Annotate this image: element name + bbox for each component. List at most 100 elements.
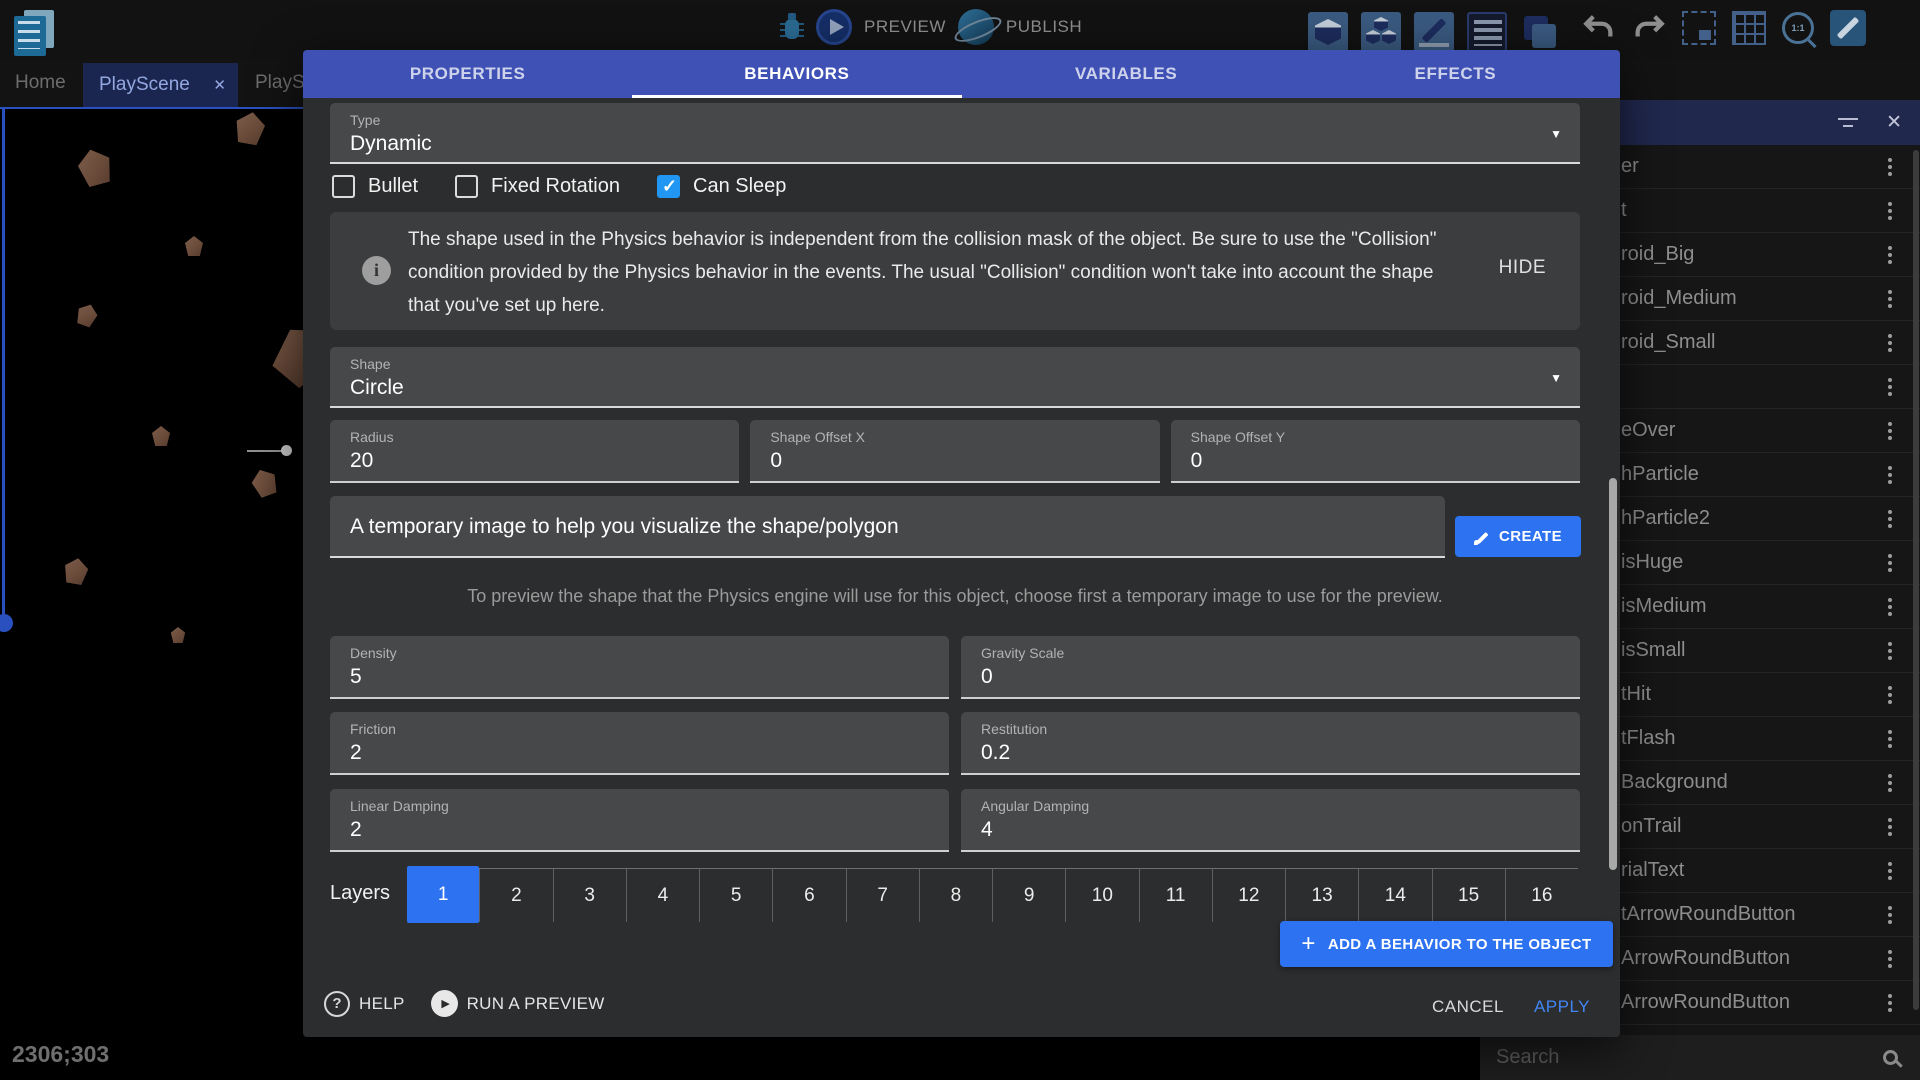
- instances-cubes-icon[interactable]: [1361, 12, 1401, 52]
- publish-icon[interactable]: [958, 9, 994, 45]
- panel-scrollbar[interactable]: [1913, 150, 1919, 1010]
- layer-button-12[interactable]: 12: [1212, 869, 1285, 922]
- row-menu-icon[interactable]: [1888, 209, 1892, 213]
- restitution-field[interactable]: Restitution 0.2: [961, 712, 1580, 775]
- layer-button-8[interactable]: 8: [919, 869, 992, 922]
- layer-button-9[interactable]: 9: [992, 869, 1065, 922]
- zoom-one-to-one-icon[interactable]: 1:1: [1782, 12, 1814, 44]
- layer-button-16[interactable]: 16: [1505, 869, 1578, 922]
- tab-home[interactable]: Home: [15, 72, 66, 94]
- layer-button-10[interactable]: 10: [1065, 869, 1138, 922]
- density-gravity-row: Density 5 Gravity Scale 0: [330, 636, 1580, 699]
- layer-button-3[interactable]: 3: [553, 869, 626, 922]
- close-tab-icon[interactable]: ✕: [213, 76, 226, 94]
- row-menu-icon[interactable]: [1888, 429, 1892, 433]
- layer-button-5[interactable]: 5: [699, 869, 772, 922]
- preview-button[interactable]: PREVIEW: [864, 17, 946, 37]
- row-menu-icon[interactable]: [1888, 781, 1892, 785]
- temporary-image-field[interactable]: A temporary image to help you visualize …: [330, 496, 1445, 558]
- row-menu-icon[interactable]: [1888, 737, 1892, 741]
- tab-properties[interactable]: PROPERTIES: [303, 50, 632, 98]
- row-menu-icon[interactable]: [1888, 825, 1892, 829]
- density-value: 5: [350, 665, 362, 689]
- row-menu-icon[interactable]: [1888, 649, 1892, 653]
- tab-behaviors[interactable]: BEHAVIORS: [632, 50, 961, 98]
- row-menu-icon[interactable]: [1888, 957, 1892, 961]
- shape-offset-y-field[interactable]: Shape Offset Y 0: [1171, 420, 1580, 483]
- redo-icon[interactable]: [1632, 11, 1666, 45]
- row-menu-icon[interactable]: [1888, 913, 1892, 917]
- can-sleep-checkbox[interactable]: [657, 175, 680, 198]
- filter-icon[interactable]: [1838, 117, 1858, 129]
- publish-button[interactable]: PUBLISH: [1006, 17, 1082, 37]
- dialog-scrollbar[interactable]: [1609, 478, 1617, 870]
- density-field[interactable]: Density 5: [330, 636, 949, 699]
- project-manager-icon[interactable]: [10, 8, 58, 56]
- capture-selection-icon[interactable]: [1682, 11, 1716, 45]
- bullet-option[interactable]: Bullet: [332, 175, 418, 198]
- layer-button-14[interactable]: 14: [1358, 869, 1431, 922]
- layer-button-13[interactable]: 13: [1285, 869, 1358, 922]
- bullet-checkbox[interactable]: [332, 175, 355, 198]
- tab-variables[interactable]: VARIABLES: [962, 50, 1291, 98]
- tab-effects[interactable]: EFFECTS: [1291, 50, 1620, 98]
- row-menu-icon[interactable]: [1888, 165, 1892, 169]
- layer-button-15[interactable]: 15: [1432, 869, 1505, 922]
- tab-playscene[interactable]: PlayScene ✕: [83, 63, 238, 107]
- type-label: Type: [350, 112, 380, 128]
- object-search-row: [1480, 1035, 1920, 1080]
- radius-field[interactable]: Radius 20: [330, 420, 739, 483]
- objects-cube-icon[interactable]: [1308, 12, 1348, 52]
- edit-pencil-icon[interactable]: [1414, 12, 1454, 52]
- row-menu-icon[interactable]: [1888, 1001, 1892, 1005]
- row-menu-icon[interactable]: [1888, 341, 1892, 345]
- grid-icon[interactable]: [1732, 11, 1766, 45]
- fixed-rotation-option[interactable]: Fixed Rotation: [455, 175, 620, 198]
- apply-button[interactable]: APPLY: [1534, 997, 1590, 1017]
- cancel-button[interactable]: CANCEL: [1432, 997, 1504, 1017]
- row-menu-icon[interactable]: [1888, 561, 1892, 565]
- hide-button[interactable]: HIDE: [1499, 257, 1546, 279]
- row-menu-icon[interactable]: [1888, 253, 1892, 257]
- tab-playscene2[interactable]: PlayS: [255, 72, 305, 94]
- run-preview-button[interactable]: ▶ RUN A PREVIEW: [431, 990, 605, 1017]
- close-panel-icon[interactable]: ✕: [1886, 113, 1902, 132]
- row-menu-icon[interactable]: [1888, 869, 1892, 873]
- edit-mode-icon[interactable]: [1830, 10, 1866, 46]
- events-list-icon[interactable]: [1467, 12, 1507, 52]
- offset-x-value: 0: [770, 449, 782, 473]
- can-sleep-option[interactable]: Can Sleep: [657, 175, 786, 198]
- row-menu-icon[interactable]: [1888, 297, 1892, 301]
- gravity-scale-field[interactable]: Gravity Scale 0: [961, 636, 1580, 699]
- fixed-rotation-checkbox[interactable]: [455, 175, 478, 198]
- preview-icon[interactable]: [816, 9, 852, 45]
- type-select[interactable]: Type Dynamic ▼: [330, 103, 1580, 164]
- row-menu-icon[interactable]: [1888, 517, 1892, 521]
- row-menu-icon[interactable]: [1888, 605, 1892, 609]
- row-menu-icon[interactable]: [1888, 473, 1892, 477]
- angular-damping-field[interactable]: Angular Damping 4: [961, 789, 1580, 852]
- layer-button-1[interactable]: 1: [407, 866, 479, 923]
- row-menu-icon[interactable]: [1888, 385, 1892, 389]
- friction-field[interactable]: Friction 2: [330, 712, 949, 775]
- layer-button-6[interactable]: 6: [772, 869, 845, 922]
- help-button[interactable]: ? HELP: [324, 991, 405, 1017]
- layer-button-2[interactable]: 2: [479, 869, 552, 922]
- shape-select[interactable]: Shape Circle ▼: [330, 347, 1580, 408]
- add-behavior-button[interactable]: + ADD A BEHAVIOR TO THE OBJECT: [1280, 921, 1613, 967]
- shape-value: Circle: [350, 376, 404, 400]
- measure-handle[interactable]: [281, 445, 292, 456]
- layer-button-11[interactable]: 11: [1139, 869, 1212, 922]
- debugger-icon[interactable]: [780, 11, 804, 43]
- layers-stack-icon[interactable]: [1520, 12, 1560, 52]
- asteroid-sprite: [73, 301, 101, 329]
- cursor-coordinates: 2306;303: [12, 1041, 109, 1068]
- search-input[interactable]: [1480, 1045, 1883, 1070]
- undo-icon[interactable]: [1582, 11, 1616, 45]
- layer-button-7[interactable]: 7: [846, 869, 919, 922]
- linear-damping-field[interactable]: Linear Damping 2: [330, 789, 949, 852]
- create-button[interactable]: CREATE: [1455, 516, 1581, 557]
- row-menu-icon[interactable]: [1888, 693, 1892, 697]
- shape-offset-x-field[interactable]: Shape Offset X 0: [750, 420, 1159, 483]
- layer-button-4[interactable]: 4: [626, 869, 699, 922]
